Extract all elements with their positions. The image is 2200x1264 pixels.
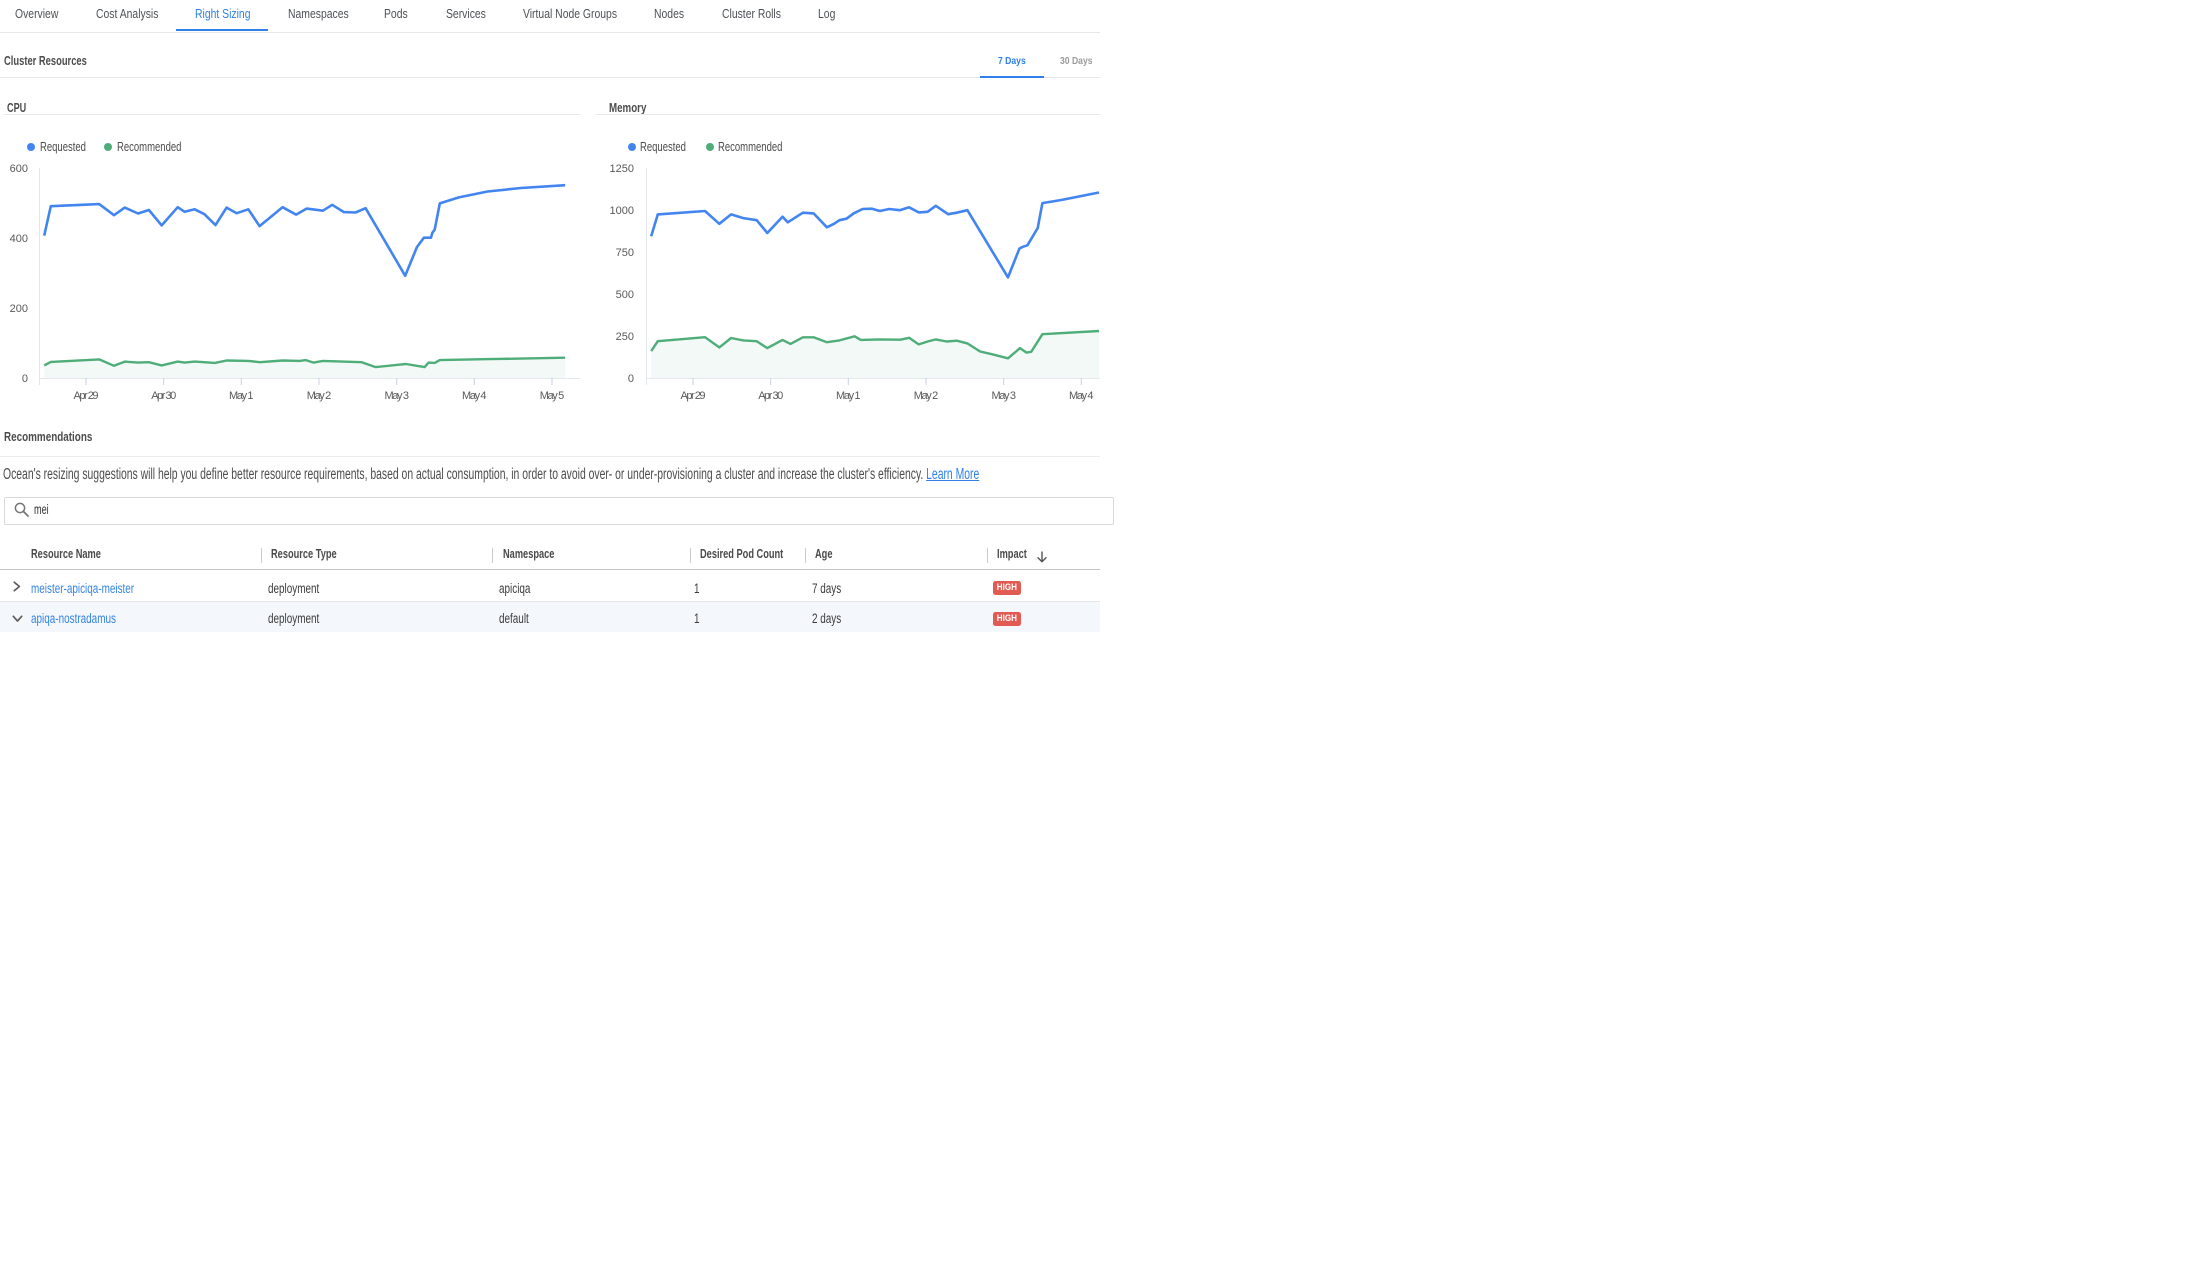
svg-text:May 3: May 3	[384, 390, 409, 402]
svg-text:400: 400	[10, 233, 28, 245]
svg-text:750: 750	[616, 247, 634, 259]
svg-text:0: 0	[628, 373, 634, 385]
svg-text:600: 600	[10, 163, 28, 175]
svg-text:Apr 30: Apr 30	[758, 390, 783, 402]
svg-text:May 4: May 4	[1069, 390, 1094, 402]
svg-text:May 1: May 1	[229, 390, 253, 402]
svg-text:May 5: May 5	[540, 390, 565, 402]
svg-text:May 2: May 2	[307, 390, 332, 402]
svg-text:May 3: May 3	[991, 390, 1016, 402]
svg-text:Apr 30: Apr 30	[151, 390, 176, 402]
svg-text:500: 500	[616, 289, 634, 301]
svg-text:1000: 1000	[610, 205, 634, 217]
svg-text:May 4: May 4	[462, 390, 487, 402]
svg-text:250: 250	[616, 331, 634, 343]
svg-text:May 2: May 2	[914, 390, 939, 402]
svg-text:May 1: May 1	[836, 390, 861, 402]
svg-text:1250: 1250	[610, 163, 634, 175]
svg-text:0: 0	[22, 373, 28, 385]
svg-text:Apr 29: Apr 29	[74, 390, 99, 402]
svg-text:Apr 29: Apr 29	[681, 390, 706, 402]
svg-text:200: 200	[10, 303, 28, 315]
